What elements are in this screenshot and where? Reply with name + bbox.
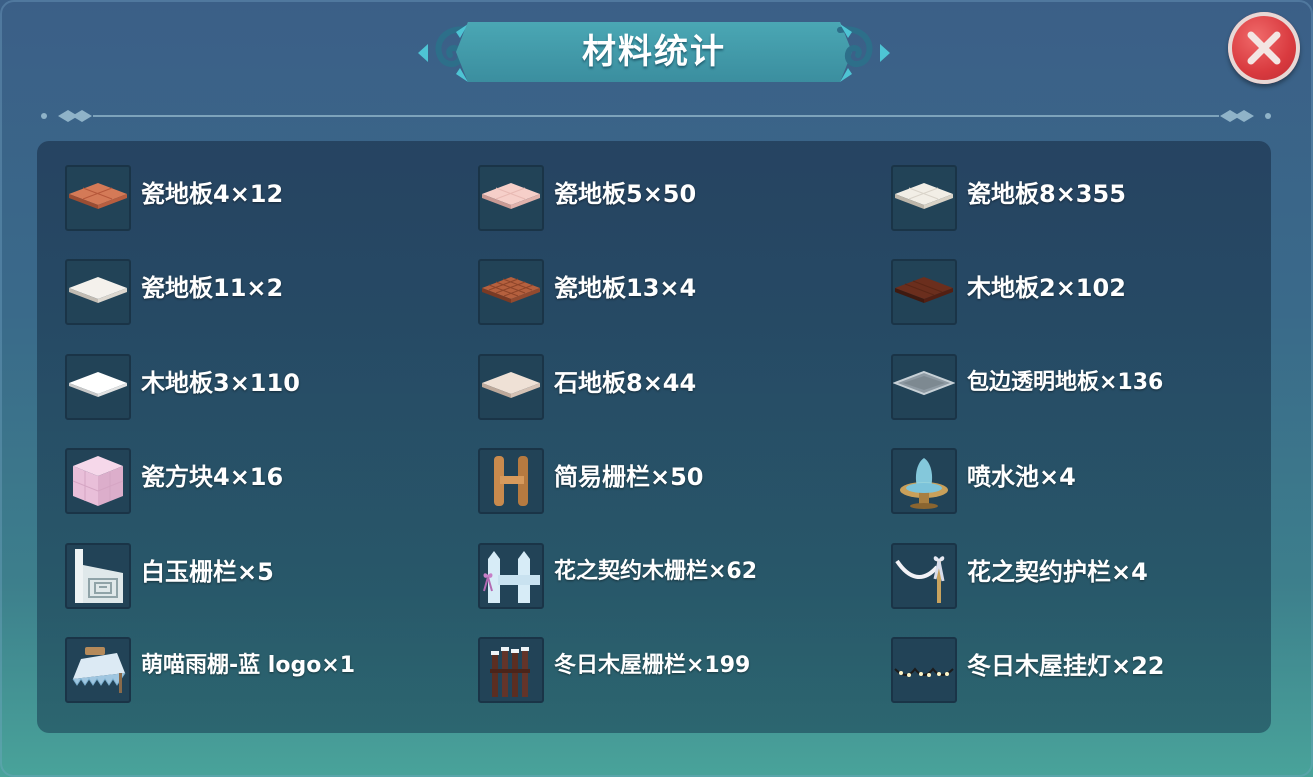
materials-grid: 瓷地板4×12 瓷地板5×50 瓷地板8×355 瓷地板11×2 瓷地板13×4… — [65, 165, 1271, 731]
close-button[interactable] — [1228, 12, 1300, 84]
stone-floor-icon — [482, 371, 540, 398]
list-item: 简易栅栏×50 — [478, 448, 891, 542]
pink-cube-icon — [72, 456, 124, 507]
item-label: 花之契约木栅栏×62 — [554, 558, 758, 584]
tile-floor-brown-icon — [482, 277, 540, 304]
awning-icon — [72, 646, 126, 693]
simple-fence-icon — [494, 456, 528, 507]
list-item: 萌喵雨棚-蓝 logo×1 — [65, 636, 478, 731]
item-label: 冬日木屋栅栏×199 — [554, 652, 751, 678]
list-item: 花之契约护栏×4 — [891, 542, 1271, 637]
list-item: 冬日木屋挂灯×22 — [891, 636, 1271, 731]
header-divider — [38, 106, 1274, 126]
item-label: 石地板8×44 — [554, 368, 697, 397]
white-jade-fence-icon — [75, 548, 123, 603]
title-header: 材料统计 — [416, 18, 892, 88]
item-label: 瓷方块4×16 — [141, 463, 284, 492]
item-label: 瓷地板5×50 — [554, 180, 697, 208]
list-item: 瓷地板8×355 — [891, 165, 1271, 259]
list-item: 瓷方块4×16 — [65, 448, 478, 542]
item-label: 瓷地板11×2 — [141, 274, 284, 303]
list-item: 花之契约木栅栏×62 — [478, 542, 891, 637]
flower-railing-icon — [895, 555, 945, 603]
close-icon — [1247, 31, 1281, 65]
page-title: 材料统计 — [582, 32, 726, 72]
list-item: 喷水池×4 — [891, 448, 1271, 542]
tile-floor-white-icon — [895, 183, 953, 209]
wood-floor-white-icon — [69, 371, 127, 397]
string-lights-icon — [894, 667, 954, 677]
tile-floor-orange-icon — [69, 183, 127, 209]
tile-floor-pink-icon — [482, 183, 540, 209]
list-item: 冬日木屋栅栏×199 — [478, 636, 891, 731]
winter-cabin-fence-icon — [490, 646, 530, 697]
item-label: 简易栅栏×50 — [554, 463, 704, 492]
item-label: 花之契约护栏×4 — [967, 557, 1148, 586]
item-label: 木地板3×110 — [141, 368, 300, 397]
list-item: 包边透明地板×136 — [891, 353, 1271, 448]
list-item: 石地板8×44 — [478, 353, 891, 448]
item-label: 瓷地板8×355 — [967, 180, 1126, 208]
materials-panel: 瓷地板4×12 瓷地板5×50 瓷地板8×355 瓷地板11×2 瓷地板13×4… — [37, 141, 1271, 733]
tile-floor-white-icon — [69, 277, 127, 304]
wood-floor-dark-icon — [895, 277, 953, 304]
list-item: 木地板3×110 — [65, 353, 478, 448]
item-label: 喷水池×4 — [967, 463, 1076, 492]
fountain-icon — [900, 458, 948, 510]
item-label: 萌喵雨棚-蓝 logo×1 — [141, 652, 356, 678]
list-item: 瓷地板13×4 — [478, 259, 891, 353]
transparent-floor-icon — [893, 370, 955, 395]
list-item: 瓷地板4×12 — [65, 165, 478, 259]
list-item: 木地板2×102 — [891, 259, 1271, 353]
item-label: 冬日木屋挂灯×22 — [967, 651, 1165, 680]
swirl-ornament-icon — [837, 24, 890, 82]
flower-wood-fence-icon — [483, 550, 540, 603]
list-item: 瓷地板5×50 — [478, 165, 891, 259]
item-label: 白玉栅栏×5 — [141, 557, 274, 586]
item-label: 瓷地板4×12 — [141, 180, 284, 208]
list-item: 白玉栅栏×5 — [65, 542, 478, 637]
item-label: 瓷地板13×4 — [554, 274, 697, 303]
item-label: 木地板2×102 — [967, 274, 1126, 303]
item-label: 包边透明地板×136 — [967, 369, 1164, 395]
list-item: 瓷地板11×2 — [65, 259, 478, 353]
